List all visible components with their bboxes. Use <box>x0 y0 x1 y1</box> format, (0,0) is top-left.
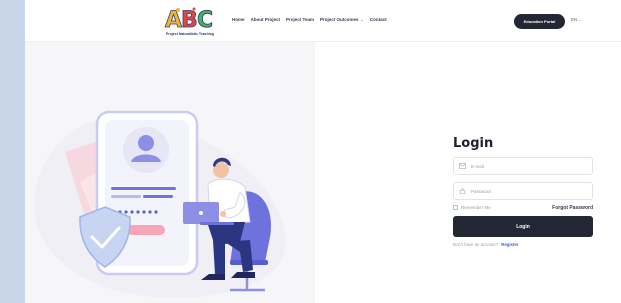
nav-about-project[interactable]: About Project <box>251 17 281 22</box>
logo-tagline: Project Naturalistic Teaching <box>166 32 214 36</box>
login-form: Login Remember Me Forgot Password Login … <box>453 136 593 247</box>
remember-me-label: Remember Me <box>461 205 491 210</box>
language-label: EN <box>571 17 578 22</box>
main-nav: Home About Project Project Team Project … <box>232 17 387 22</box>
login-button[interactable]: Login <box>453 216 593 237</box>
abc-logo-letters: A B C <box>165 7 214 31</box>
password-input[interactable] <box>471 188 581 194</box>
svg-text:C: C <box>197 8 213 31</box>
envelope-icon <box>459 163 466 169</box>
svg-text:B: B <box>181 8 198 31</box>
login-illustration <box>33 110 286 298</box>
chevron-down-icon: ⌄ <box>360 17 364 22</box>
forgot-password-link[interactable]: Forgot Password <box>552 205 593 211</box>
register-row: Don't have an account? Register <box>453 242 518 247</box>
no-account-text: Don't have an account? <box>453 242 499 247</box>
email-input[interactable] <box>471 163 581 169</box>
chevron-down-icon: ⌄ <box>578 17 582 22</box>
abc-logo[interactable]: A B C Project Naturalistic Teaching <box>159 5 221 37</box>
language-selector[interactable]: EN ⌄ <box>571 17 582 22</box>
page: A B C Project Naturalistic Teaching Home… <box>25 0 621 303</box>
nav-project-team[interactable]: Project Team <box>286 17 314 22</box>
svg-text:A: A <box>165 8 182 31</box>
email-field[interactable] <box>453 157 593 175</box>
top-navbar: A B C Project Naturalistic Teaching Home… <box>25 0 621 42</box>
nav-project-outcomes-label: Project Outcomes <box>319 17 359 22</box>
education-portal-button[interactable]: Education Portal <box>514 14 565 29</box>
nav-home[interactable]: Home <box>232 17 245 22</box>
remember-me-checkbox[interactable] <box>453 205 458 210</box>
lock-icon <box>459 188 466 194</box>
illustration-panel <box>25 42 315 303</box>
password-field[interactable] <box>453 182 593 200</box>
nav-project-outcomes[interactable]: Project Outcomes ⌄ <box>320 17 364 22</box>
register-link[interactable]: Register <box>501 242 518 247</box>
remember-me: Remember Me <box>453 205 491 210</box>
login-title: Login <box>453 136 494 151</box>
nav-contact[interactable]: Contact <box>370 17 387 22</box>
